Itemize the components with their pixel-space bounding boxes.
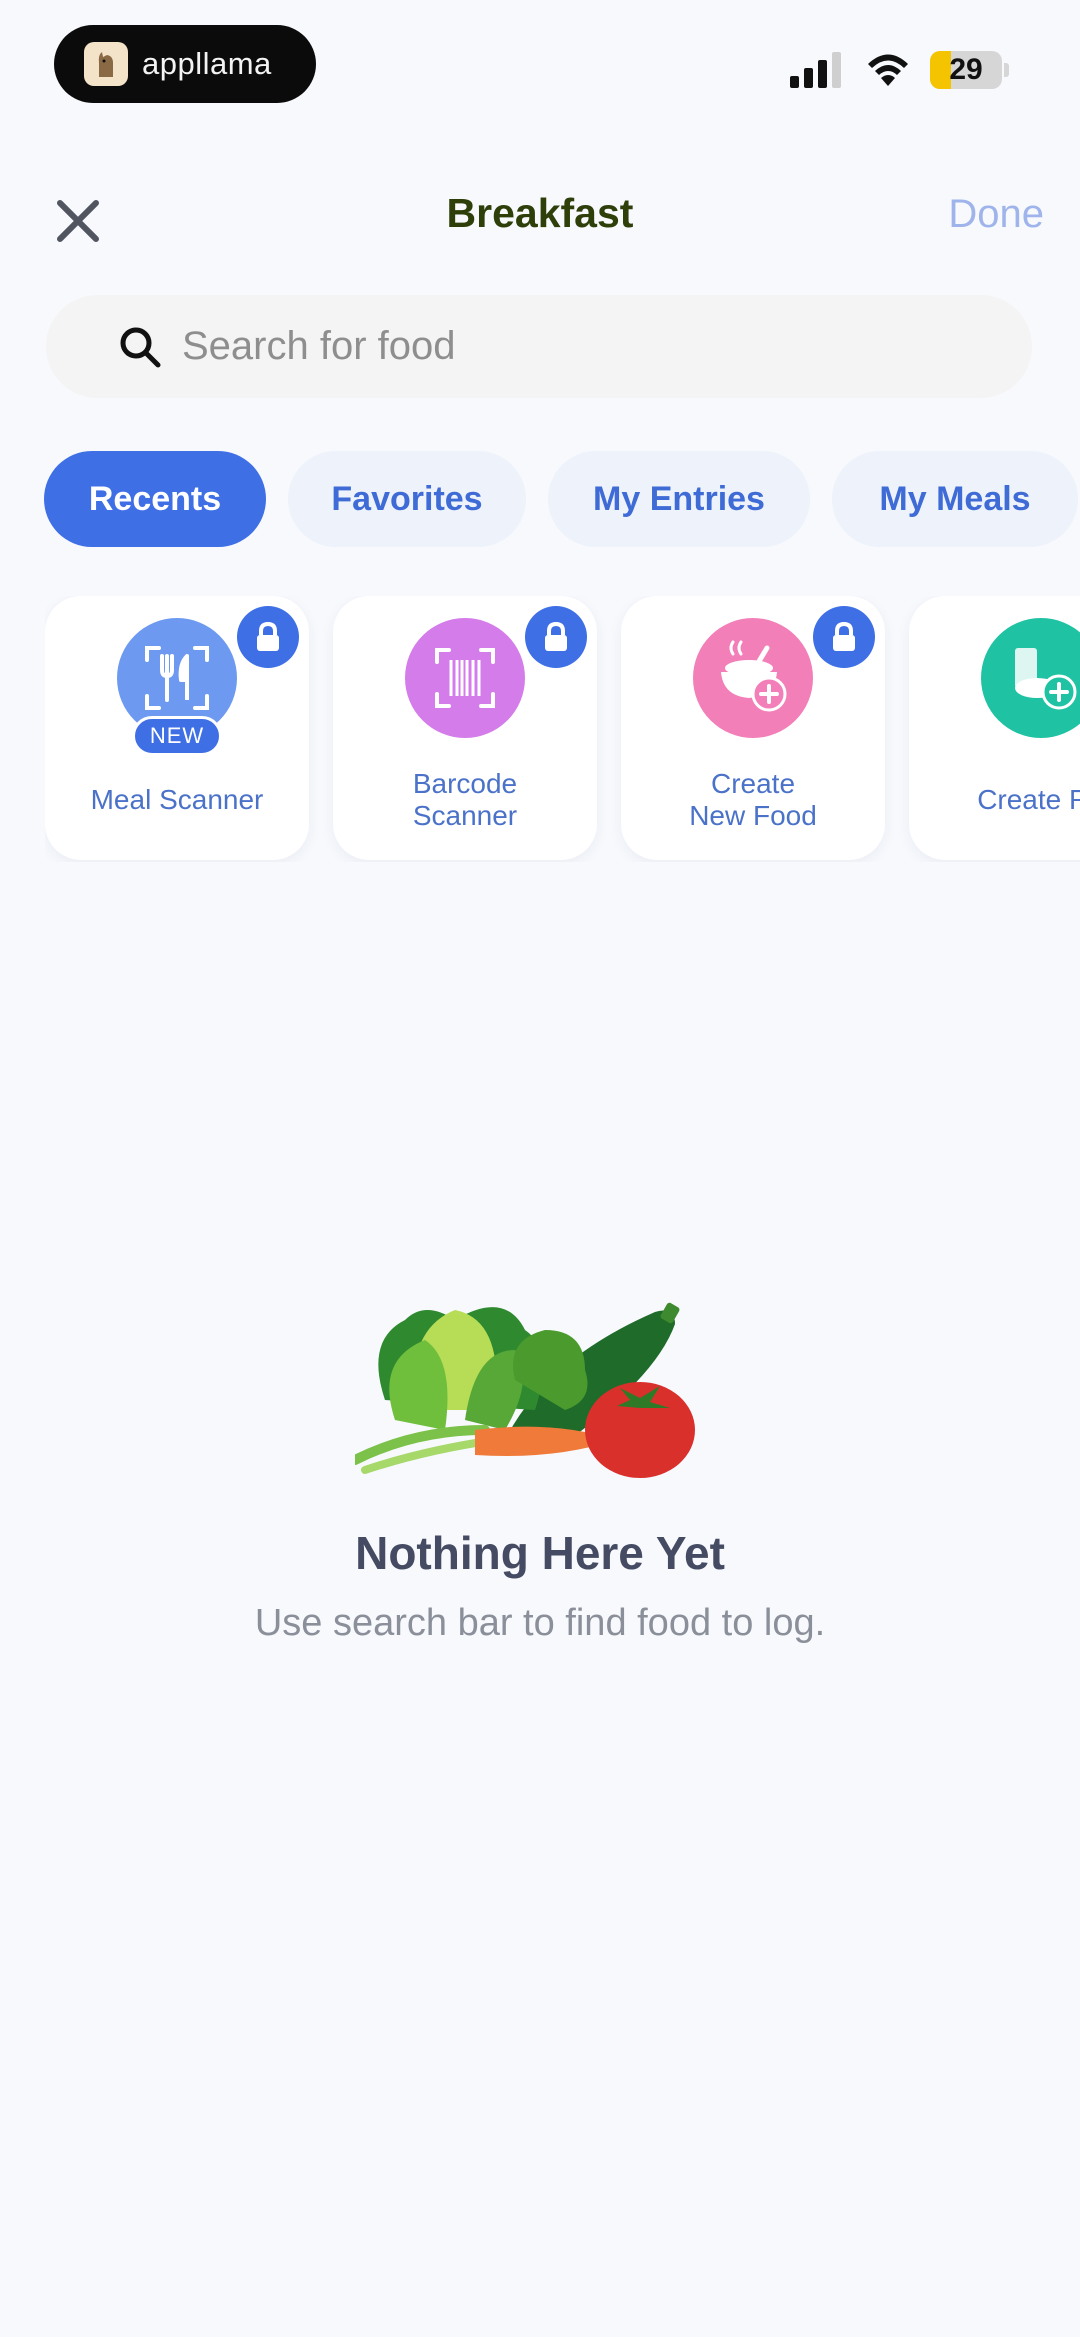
page-title: Breakfast	[446, 190, 634, 236]
barcode-scanner-label: Barcode Scanner	[412, 768, 518, 831]
tab-bar: Recents Favorites My Entries My Meals	[44, 451, 1078, 547]
app-pill[interactable]: appllama	[54, 25, 316, 103]
tab-favorites[interactable]: Favorites	[288, 451, 526, 547]
recipe-plus-icon	[981, 618, 1080, 738]
quick-actions: NEW Meal Scanner Barcode Scanner Create …	[45, 596, 1080, 862]
empty-state-title: Nothing Here Yet	[355, 1527, 725, 1579]
create-new-food-label: Create New Food	[689, 768, 817, 831]
wifi-icon	[868, 54, 908, 86]
search-input[interactable]	[182, 324, 982, 369]
create-recipe-card[interactable]: Create Re	[909, 596, 1080, 860]
lock-icon	[525, 606, 587, 668]
battery-level: 29	[949, 53, 983, 86]
food-bowl-plus-icon	[693, 618, 813, 738]
battery-indicator: 29	[930, 51, 1002, 89]
tab-my-entries[interactable]: My Entries	[548, 451, 810, 547]
tab-my-meals[interactable]: My Meals	[832, 451, 1078, 547]
lock-icon	[813, 606, 875, 668]
create-recipe-label: Create Re	[977, 784, 1080, 815]
barcode-icon	[405, 618, 525, 738]
create-new-food-card[interactable]: Create New Food	[621, 596, 885, 860]
llama-logo-icon	[84, 42, 128, 86]
new-badge: NEW	[132, 716, 222, 756]
tab-recents[interactable]: Recents	[44, 451, 266, 547]
barcode-scanner-card[interactable]: Barcode Scanner	[333, 596, 597, 860]
status-bar: appllama 29	[0, 0, 1080, 130]
meal-scanner-card[interactable]: NEW Meal Scanner	[45, 596, 309, 860]
lock-icon	[237, 606, 299, 668]
search-bar[interactable]	[46, 295, 1032, 398]
search-icon	[120, 327, 161, 367]
done-button[interactable]: Done	[948, 192, 1044, 237]
app-name: appllama	[142, 46, 272, 81]
cellular-signal-icon	[790, 52, 841, 88]
meal-scanner-label: Meal Scanner	[90, 784, 264, 815]
empty-state-subtitle: Use search bar to find food to log.	[254, 1602, 826, 1644]
vegetables-illustration	[355, 1302, 695, 1478]
